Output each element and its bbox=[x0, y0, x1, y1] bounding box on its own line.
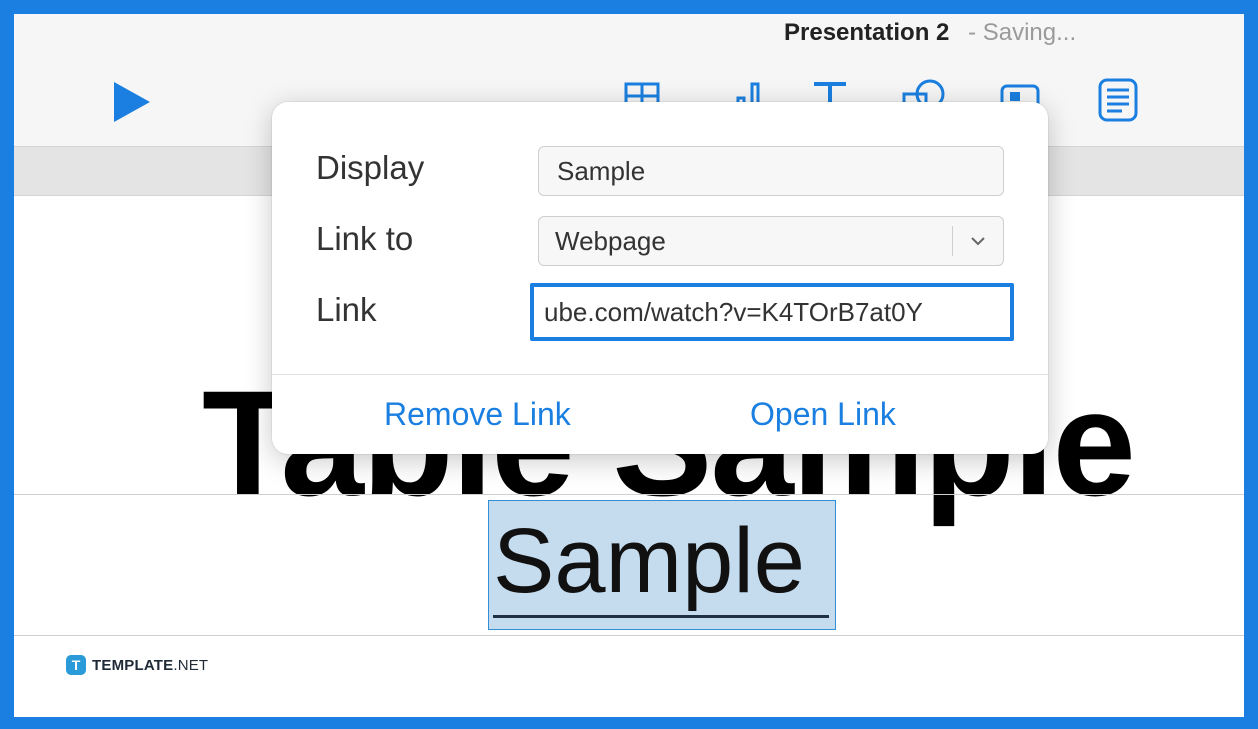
link-url-field[interactable] bbox=[530, 283, 1014, 341]
document-title: Presentation 2 bbox=[784, 19, 950, 46]
document-title-bar: Presentation 2 - Saving... bbox=[784, 18, 1076, 48]
brand-suffix: .NET bbox=[173, 656, 209, 674]
link-underline bbox=[493, 615, 829, 618]
brand-name: TEMPLATE.NET bbox=[92, 657, 208, 674]
link-to-select[interactable]: Webpage bbox=[538, 216, 1004, 266]
play-icon bbox=[114, 82, 150, 122]
popover-divider bbox=[272, 374, 1048, 375]
select-divider bbox=[952, 226, 953, 256]
comment-button[interactable] bbox=[1094, 76, 1142, 124]
app-window: Presentation 2 - Saving... Sample T TEMP… bbox=[14, 14, 1244, 717]
remove-link-button[interactable]: Remove Link bbox=[384, 392, 571, 436]
link-url-input[interactable] bbox=[534, 287, 1010, 337]
display-label: Display bbox=[316, 149, 425, 186]
template-logo-icon: T bbox=[66, 655, 86, 675]
link-to-value: Webpage bbox=[555, 226, 666, 256]
selected-link-text[interactable]: Sample bbox=[493, 509, 805, 613]
selected-text-box[interactable]: Sample bbox=[488, 500, 836, 630]
play-button[interactable] bbox=[110, 78, 154, 126]
brand-bold: TEMPLATE bbox=[92, 656, 174, 674]
link-popover: Display Link to Webpage Link Remove Link… bbox=[272, 102, 1048, 454]
display-field[interactable] bbox=[538, 146, 1004, 196]
divider-line bbox=[14, 494, 1244, 495]
save-status: - Saving... bbox=[968, 19, 1077, 46]
chevron-down-icon[interactable] bbox=[969, 233, 987, 249]
display-input[interactable] bbox=[539, 147, 1003, 195]
divider-line bbox=[14, 635, 1244, 636]
open-link-button[interactable]: Open Link bbox=[750, 392, 896, 436]
comment-icon bbox=[1098, 78, 1138, 122]
watermark: T TEMPLATE.NET bbox=[66, 654, 208, 676]
link-label: Link bbox=[316, 291, 377, 328]
link-to-label: Link to bbox=[316, 220, 414, 257]
